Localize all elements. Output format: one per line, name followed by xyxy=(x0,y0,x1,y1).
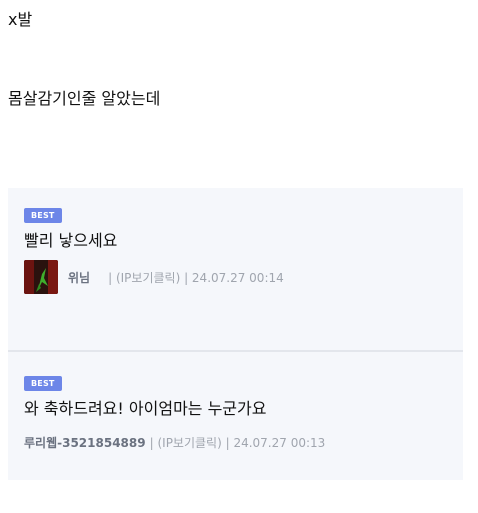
comment-author[interactable]: 위님 xyxy=(68,269,90,286)
post-body-line-2: 몸살감기인줄 알았는데 xyxy=(8,89,161,108)
best-comment-item: BEST 빨리 낳으세요 위님 | (IP보기클릭) | 24.07.27 00… xyxy=(8,188,463,352)
user-avatar-image[interactable] xyxy=(24,260,58,294)
comment-meta: 루리웹-3521854889 | (IP보기클릭) | 24.07.27 00:… xyxy=(24,433,325,451)
comment-author[interactable]: 루리웹-3521854889 xyxy=(24,434,146,451)
comment-meta-info: | (IP보기클릭) | 24.07.27 00:13 xyxy=(149,435,326,450)
best-comment-item: BEST 와 축하드려요! 아이엄마는 누군가요 루리웹-3521854889 … xyxy=(8,352,463,480)
comment-meta-info: | (IP보기클릭) | 24.07.27 00:14 xyxy=(108,270,284,285)
post-body-line-1: x발 xyxy=(8,10,33,29)
best-comments-section: BEST 빨리 낳으세요 위님 | (IP보기클릭) | 24.07.27 00… xyxy=(8,188,463,480)
best-badge: BEST xyxy=(24,208,62,223)
best-badge: BEST xyxy=(24,376,62,391)
comment-text: 빨리 낳으세요 xyxy=(24,231,118,250)
page: x발 몸살감기인줄 알았는데 BEST 빨리 낳으세요 위님 | (IP보기클릭… xyxy=(0,0,478,513)
comment-text: 와 축하드려요! 아이엄마는 누군가요 xyxy=(24,399,267,418)
comment-meta: 위님 | (IP보기클릭) | 24.07.27 00:14 xyxy=(24,259,284,295)
